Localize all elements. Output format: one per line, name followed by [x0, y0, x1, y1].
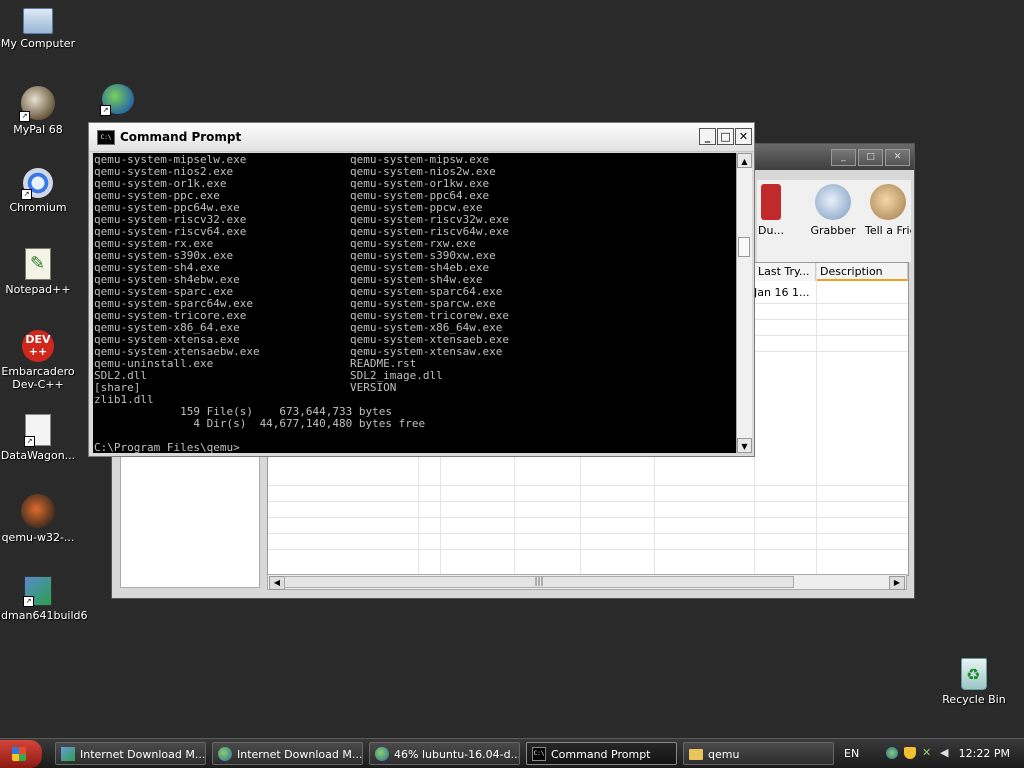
desktop-icon-my-computer[interactable]: My Computer: [0, 4, 78, 50]
minimize-button[interactable]: _: [699, 128, 716, 145]
desktop-icon-label: Embarcadero Dev-C++: [1, 365, 75, 391]
taskbar-item-download-progress[interactable]: 46% lubuntu-16.04-d...: [369, 742, 520, 765]
cmd-window-controls: _ □ ✕: [699, 128, 752, 145]
minimize-button[interactable]: _: [831, 149, 856, 166]
shortcut-arrow-icon: ↗: [100, 105, 111, 116]
chromium-icon: ↗: [21, 168, 53, 200]
desktop-icon-recycle-bin[interactable]: Recycle Bin: [934, 658, 1014, 706]
maximize-button[interactable]: □: [717, 128, 734, 145]
desktop-icon-label: MyPal 68: [13, 123, 63, 136]
toolbar-button-label: Grabber: [810, 224, 856, 237]
toolbar-button-tell-a-friend[interactable]: Tell a Frie: [865, 184, 911, 237]
computer-icon: [23, 8, 53, 34]
idm-globe-icon: [375, 747, 389, 761]
download-row-last-try: Jan 16 1...: [754, 286, 810, 299]
categories-pane[interactable]: [120, 444, 260, 588]
close-button[interactable]: ✕: [885, 149, 910, 166]
vertical-scrollbar[interactable]: ▲ ▼: [736, 153, 752, 453]
desktop-icon-label: Notepad++: [5, 283, 71, 296]
desktop-icon-label: idman641build6: [0, 609, 88, 622]
cmd-icon: C:\: [532, 747, 546, 761]
notepad-plus-icon: [25, 248, 51, 280]
scroll-right-button[interactable]: ▶: [889, 576, 905, 590]
shortcut-arrow-icon: ↗: [24, 436, 35, 447]
desktop-icon-mypal[interactable]: ↗ MyPal 68: [0, 86, 78, 136]
shortcut-arrow-icon: ↗: [19, 111, 30, 122]
idm-icon: [61, 747, 75, 761]
column-header-last-try[interactable]: Last Try...: [754, 263, 816, 281]
taskbar-item-label: Command Prompt: [551, 748, 651, 761]
datawagon-icon: ↗: [24, 414, 51, 447]
mypal-icon: ↗: [19, 86, 55, 122]
scroll-thumb[interactable]: [738, 237, 750, 257]
taskbar-item-qemu-folder[interactable]: qemu: [683, 742, 834, 765]
taskbar: Internet Download M... Internet Download…: [0, 738, 1024, 768]
desktop-icon-notepadpp[interactable]: Notepad++: [0, 248, 78, 296]
window-title: Command Prompt: [120, 130, 242, 144]
taskbar-item-label: 46% lubuntu-16.04-d...: [394, 748, 520, 761]
maximize-button[interactable]: □: [858, 149, 883, 166]
console-prompt: C:\Program Files\qemu>: [94, 441, 240, 454]
folder-icon: [689, 749, 703, 760]
cmd-icon[interactable]: C:\: [97, 130, 115, 145]
idm-globe-icon: ↗: [100, 84, 134, 116]
desktop-icon-label: qemu-w32-...: [1, 531, 75, 544]
taskbar-item-label: qemu: [708, 748, 740, 761]
idm-tray-icon[interactable]: [886, 747, 898, 759]
qemu-icon: [21, 494, 55, 528]
system-tray: EN ✕ ◀ 12:22 PM: [834, 739, 1024, 768]
taskbar-item-idm-1[interactable]: Internet Download M...: [55, 742, 206, 765]
console-summary-dirs: 4 Dir(s) 44,677,140,480 bytes free: [94, 417, 426, 430]
desktop-icon-idman[interactable]: ↗ idman641build6: [0, 576, 88, 622]
taskbar-item-idm-2[interactable]: Internet Download M...: [212, 742, 363, 765]
taskbar-item-command-prompt[interactable]: C:\ Command Prompt: [526, 742, 677, 765]
desktop-icon-idm-shortcut[interactable]: ↗: [78, 84, 158, 117]
taskbar-clock[interactable]: 12:22 PM: [959, 747, 1010, 760]
idm-toolbar: Du... Grabber Tell a Frie: [757, 180, 911, 262]
idm-globe-icon: [218, 747, 232, 761]
column-header-description[interactable]: Description: [816, 263, 908, 281]
desktop-icon-devcpp[interactable]: DEV ++ Embarcadero Dev-C++: [0, 330, 78, 391]
recycle-bin-icon: [961, 658, 987, 690]
desktop-icon-label: My Computer: [0, 37, 76, 50]
scroll-down-button[interactable]: ▼: [737, 438, 752, 453]
idm-installer-icon: ↗: [23, 576, 52, 607]
toolbar-button-label: Du...: [758, 224, 784, 237]
horizontal-scrollbar[interactable]: ◀ ||| ▶: [267, 574, 907, 590]
desktop-icon-datawagon[interactable]: ↗ DataWagon...: [0, 414, 78, 462]
dev-cpp-icon: DEV ++: [22, 330, 54, 362]
network-icon[interactable]: ✕: [922, 747, 934, 759]
delete-icon: [761, 184, 781, 220]
desktop-icon-label: DataWagon...: [0, 449, 76, 462]
desktop-icon-qemu[interactable]: qemu-w32-...: [0, 494, 78, 544]
desktop-icon-label: Recycle Bin: [942, 693, 1006, 706]
cmd-titlebar[interactable]: C:\ Command Prompt _ □ ✕: [89, 123, 754, 152]
volume-icon[interactable]: ◀: [940, 747, 952, 759]
desktop-icon-chromium[interactable]: ↗ Chromium: [0, 168, 78, 214]
scroll-up-button[interactable]: ▲: [737, 153, 752, 168]
desktop-icon-label: Chromium: [9, 201, 67, 214]
shortcut-arrow-icon: ↗: [23, 596, 34, 607]
windows-logo-icon: [12, 747, 26, 761]
console-listing-entry: VERSION: [350, 381, 397, 394]
security-shield-icon[interactable]: [904, 747, 916, 759]
start-button[interactable]: [0, 740, 42, 768]
command-prompt-window[interactable]: C:\ Command Prompt _ □ ✕ qemu-system-mip…: [88, 122, 755, 457]
idm-window-controls: _ □ ✕: [831, 149, 910, 166]
close-button[interactable]: ✕: [735, 128, 752, 145]
console-output[interactable]: qemu-system-mipselw.exe qemu-system-mipsw…: [93, 153, 736, 453]
taskbar-item-label: Internet Download M...: [237, 748, 363, 761]
tell-a-friend-icon: [870, 184, 906, 220]
toolbar-button-label: Tell a Frie: [865, 224, 911, 237]
grabber-icon: [815, 184, 851, 220]
taskbar-item-label: Internet Download M...: [80, 748, 206, 761]
toolbar-button-grabber[interactable]: Grabber: [805, 184, 861, 237]
scroll-left-button[interactable]: ◀: [269, 576, 285, 590]
toolbar-button-delete[interactable]: Du...: [757, 184, 785, 237]
language-indicator[interactable]: EN: [844, 747, 859, 760]
scroll-thumb[interactable]: |||: [284, 576, 794, 588]
shortcut-arrow-icon: ↗: [21, 189, 32, 200]
